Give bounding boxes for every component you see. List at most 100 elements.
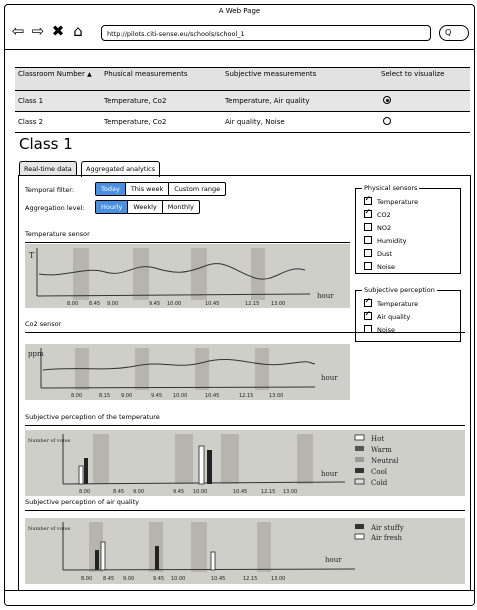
checkbox-subjective-noise[interactable]: Noise: [364, 325, 395, 335]
sketch-tick: 8.00: [79, 489, 90, 495]
hatched-period: [93, 434, 109, 484]
sketch-tick: 10.00: [171, 576, 185, 582]
checkbox-subjective-temperature[interactable]: Temperature: [364, 296, 418, 309]
table-row[interactable]: Class 2 Temperature, Co2 Air quality, No…: [15, 111, 470, 133]
address-bar[interactable]: http://pilots.citi-sense.eu/schools/scho…: [101, 25, 431, 41]
sketch-tick: 12.15: [245, 301, 259, 307]
tab-real-time-data[interactable]: Real-time data: [19, 161, 77, 176]
sort-arrow-icon: ▲: [87, 71, 92, 78]
cell-select: [378, 90, 470, 112]
sketch-tick: 8.00: [81, 576, 92, 582]
legend-label: Neutral: [371, 457, 399, 465]
vote-bar: [198, 445, 205, 485]
hatched-period: [191, 522, 207, 572]
checkbox-checked-icon: [364, 296, 372, 307]
sketch-tick: 10.00: [193, 489, 207, 495]
classroom-table-container: Classroom Number ▲ Phusical measurements…: [15, 67, 470, 133]
sketch-tick: 12.15: [243, 576, 257, 582]
checkbox-checked-icon: [364, 194, 372, 205]
vote-bar: [155, 546, 159, 570]
sketch-tick: 9.45: [149, 301, 160, 307]
aggregation-option-weekly[interactable]: Weekly: [128, 201, 163, 213]
aggregation-option-hourly[interactable]: Hourly: [96, 201, 129, 213]
aggregation-option-monthly[interactable]: Monthly: [163, 201, 199, 213]
select-radio-class-2[interactable]: [383, 117, 391, 125]
legend-label: Warm: [371, 446, 392, 454]
sketch-tick: 12.15: [239, 393, 253, 399]
search-button[interactable]: Q: [439, 25, 469, 41]
legend-label: Air stuffy: [370, 524, 404, 532]
legend-swatch: [354, 533, 365, 540]
checkbox-dust[interactable]: Dust: [364, 249, 392, 259]
checkbox-noise[interactable]: Noise: [364, 262, 395, 272]
vote-bar: [84, 458, 88, 484]
window-title: A Web Page: [218, 7, 261, 15]
checkbox-temperature[interactable]: Temperature: [364, 194, 418, 207]
sketch-tick: 8.45: [89, 301, 100, 307]
sketch-tick: 10.45: [211, 576, 225, 582]
col-header-classroom[interactable]: Classroom Number ▲: [15, 67, 101, 91]
forward-arrow-icon[interactable]: ⇨: [29, 22, 47, 40]
sketch-y-label: Number of votes: [28, 438, 71, 444]
checkbox-empty-icon: [364, 249, 372, 257]
subjective-perception-title: Subjective perception: [362, 286, 437, 294]
checkbox-no2[interactable]: NO2: [364, 223, 391, 233]
vote-bar: [78, 465, 84, 485]
sketch-tick: 8.45: [103, 576, 114, 582]
checkbox-empty-icon: [364, 325, 372, 333]
sketch-tick: 10.45: [233, 489, 247, 495]
sketch-tick: 9.00: [121, 393, 132, 399]
sketch-tick: 9.00: [107, 301, 118, 307]
legend-swatch: [355, 457, 364, 462]
checkbox-co2[interactable]: CO2: [364, 207, 391, 220]
classroom-table: Classroom Number ▲ Phusical measurements…: [15, 67, 470, 133]
sketch-y-label: Number of votes: [28, 526, 71, 532]
temperature-sketch: T hour 8.00 8.45 9.00 9.45 10.00 10.45 1…: [25, 244, 350, 308]
temporal-filter-label: Temporal filter:: [25, 186, 75, 194]
status-bar: [5, 590, 474, 605]
sketch-paper: [25, 430, 465, 496]
sketch-tick: 10.45: [205, 393, 219, 399]
search-icon: Q: [445, 28, 452, 37]
legend-label: Hot: [371, 435, 384, 443]
cell-classroom: Class 1: [15, 90, 101, 112]
sketch-tick: 13.00: [271, 576, 285, 582]
hatched-period: [135, 348, 149, 390]
aggregation-level-group: Hourly Weekly Monthly: [95, 200, 200, 214]
sketch-x-label: hour: [321, 374, 338, 382]
subjective-air-quality-sketch: Number of votes hour 8.00 8.45 9.00 9.45…: [25, 518, 465, 584]
sketch-tick: 8.45: [113, 489, 124, 495]
checkbox-air-quality[interactable]: Air quality: [364, 309, 410, 322]
subjective-temperature-sketch: Number of votes hour 8.00 8.45 9.00 9.45…: [25, 430, 465, 496]
home-icon[interactable]: ⌂: [69, 22, 87, 40]
sketch-y-label: T: [29, 251, 35, 260]
temporal-option-this-week[interactable]: This week: [126, 183, 170, 195]
hatched-period: [251, 248, 265, 300]
hatched-period: [133, 248, 149, 300]
select-radio-class-1[interactable]: [383, 96, 391, 104]
cell-subjective: Air quality, Noise: [222, 111, 378, 133]
analytics-panel: Temporal filter: Today This week Custom …: [18, 175, 471, 591]
cell-classroom: Class 2: [15, 111, 101, 133]
sketch-y-label: ppm: [28, 350, 44, 358]
legend-label: Air fresh: [370, 534, 403, 542]
section-title-subjective-temperature: Subjective perception of the temperature: [25, 413, 160, 421]
temporal-option-today[interactable]: Today: [96, 183, 126, 195]
cell-subjective: Temperature, Air quality: [222, 90, 378, 112]
sketch-tick: 8.00: [71, 393, 82, 399]
sketch-tick: 8.15: [99, 393, 110, 399]
page-title: Class 1: [19, 135, 73, 153]
col-header-select: Select to visualize: [378, 67, 470, 91]
checkbox-empty-icon: [364, 223, 372, 231]
sketch-tick: 9.00: [133, 489, 144, 495]
divider: [25, 425, 465, 426]
temporal-option-custom-range[interactable]: Custom range: [169, 183, 225, 195]
sketch-tick: 10.00: [167, 301, 181, 307]
section-title-co2: Co2 sensor: [25, 320, 62, 328]
checkbox-checked-icon: [364, 207, 372, 218]
back-arrow-icon[interactable]: ⇦: [9, 22, 27, 40]
checkbox-humidity[interactable]: Humidity: [364, 236, 406, 246]
sketch-tick: 10.45: [205, 301, 219, 307]
table-row[interactable]: Class 1 Temperature, Co2 Temperature, Ai…: [15, 90, 470, 112]
close-icon[interactable]: ✖: [49, 22, 67, 40]
